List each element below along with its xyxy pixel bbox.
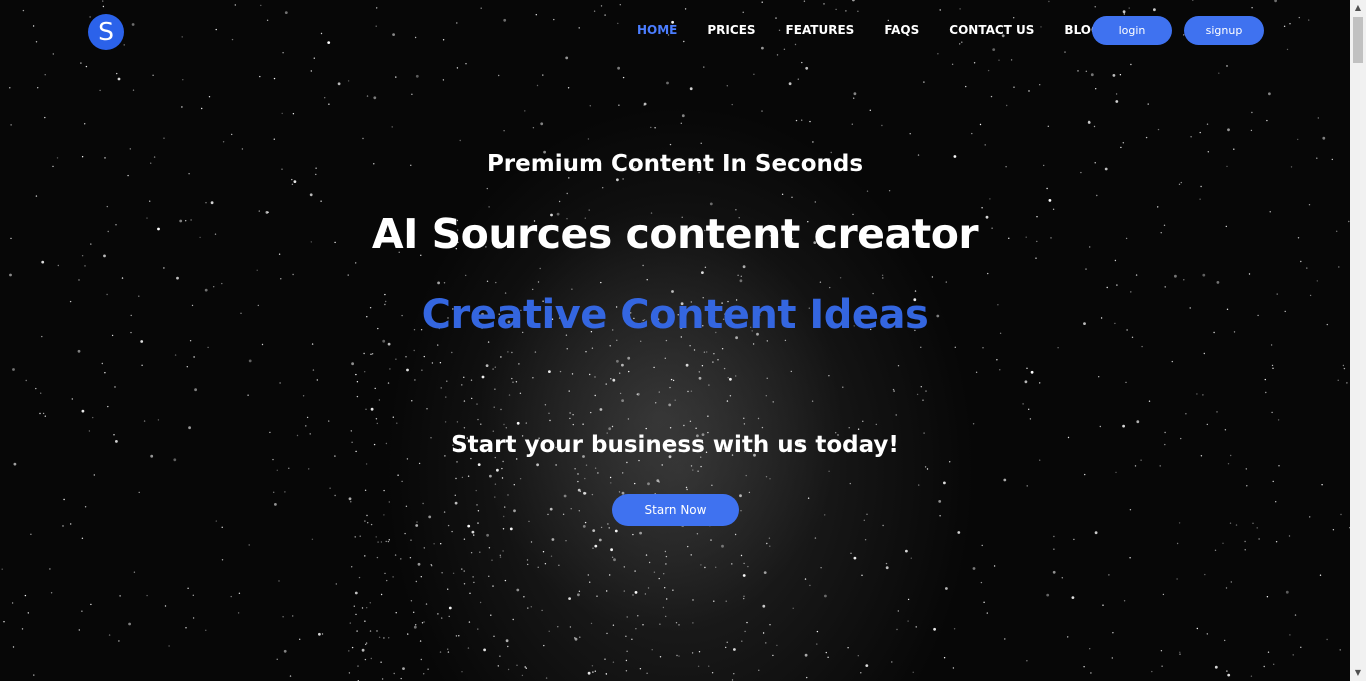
nav-item-home[interactable]: HOME [637, 23, 677, 37]
nav-item-features[interactable]: FEATURES [786, 23, 855, 37]
signup-button[interactable]: signup [1184, 16, 1264, 45]
brand-logo[interactable]: S [88, 14, 124, 50]
main-nav: HOME PRICES FEATURES FAQS CONTACT US BLO… [622, 16, 1124, 44]
brand-logo-letter: S [98, 17, 114, 46]
vertical-scrollbar[interactable]: ▲ ▼ [1350, 0, 1366, 681]
starfield-background [0, 0, 1350, 681]
login-button[interactable]: login [1092, 16, 1172, 45]
nav-item-contact-us[interactable]: CONTACT US [949, 23, 1034, 37]
hero-tagline: Premium Content In Seconds [486, 151, 864, 177]
start-now-button[interactable]: Starn Now [612, 494, 739, 526]
scrollbar-thumb[interactable] [1353, 17, 1363, 63]
page: S HOME PRICES FEATURES FAQS CONTACT US B… [0, 0, 1366, 681]
scroll-up-arrow-icon[interactable]: ▲ [1350, 0, 1366, 16]
nav-item-faqs[interactable]: FAQS [884, 23, 919, 37]
scroll-down-arrow-icon[interactable]: ▼ [1350, 665, 1366, 681]
hero-highlight: Creative Content Ideas [421, 292, 929, 338]
hero-subline: Start your business with us today! [451, 432, 899, 458]
nav-item-prices[interactable]: PRICES [707, 23, 755, 37]
hero-headline: AI Sources content creator [371, 210, 979, 258]
stars-layer [1, 0, 1350, 681]
